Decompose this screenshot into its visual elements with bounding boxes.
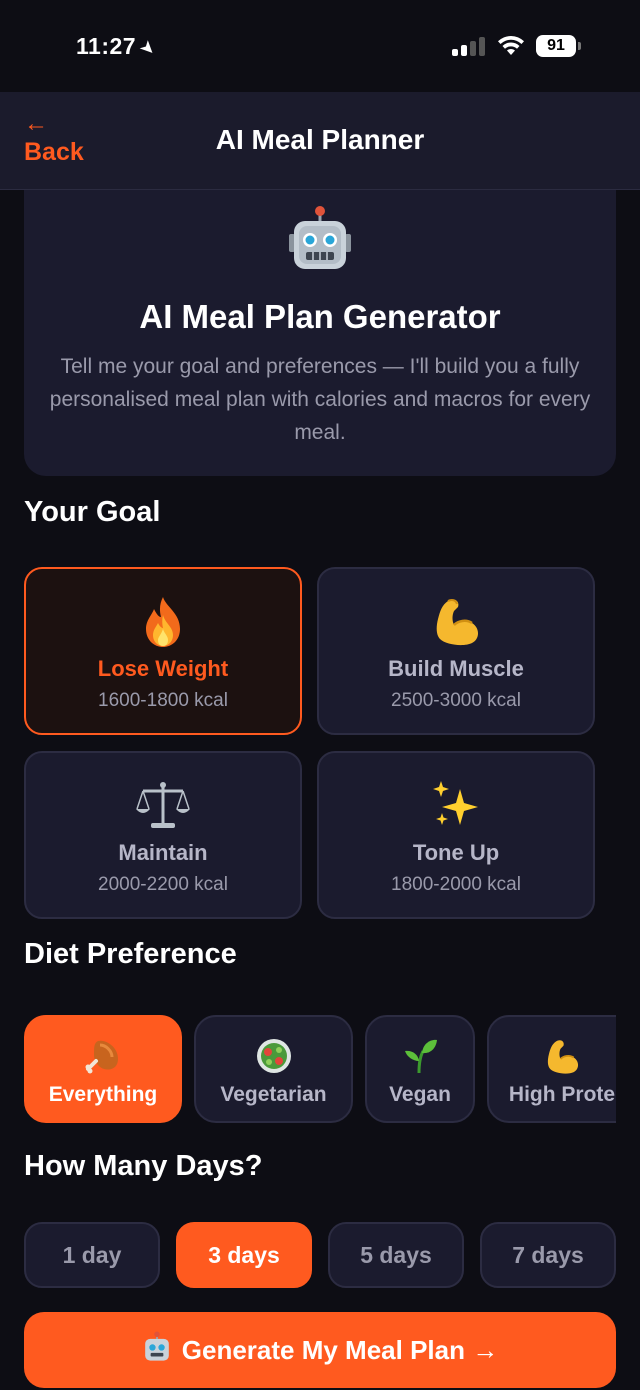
generate-button-label: Generate My Meal Plan → (181, 1334, 499, 1365)
goal-option-tone-up[interactable]: Tone Up 1800-2000 kcal (317, 751, 595, 919)
goal-name: Lose Weight (97, 656, 229, 681)
wifi-icon (498, 35, 524, 55)
goal-name: Tone Up (412, 840, 500, 865)
diet-options-scroller[interactable]: Everything Vegetarian Vegan High Prote (24, 1015, 616, 1125)
poultry-leg-icon (26, 1037, 180, 1075)
goal-option-maintain[interactable]: Maintain 2000-2200 kcal (24, 751, 302, 919)
seedling-icon (367, 1037, 473, 1075)
goal-kcal: 1600-1800 kcal (98, 690, 228, 711)
robot-icon (142, 1331, 172, 1370)
diet-option-vegan[interactable]: Vegan (365, 1015, 475, 1123)
page-title: AI Meal Planner (215, 124, 425, 155)
hero-title: AI Meal Plan Generator (139, 298, 501, 335)
diet-option-vegetarian[interactable]: Vegetarian (194, 1015, 353, 1123)
day-option-5[interactable]: 5 days (328, 1222, 464, 1288)
diet-label: Everything (48, 1083, 158, 1106)
cellular-signal-icon (452, 36, 486, 56)
day-option-1[interactable]: 1 day (24, 1222, 160, 1288)
diet-section-title: Diet Preference (24, 938, 237, 970)
day-option-3[interactable]: 3 days (176, 1222, 312, 1288)
sparkles-icon (319, 779, 593, 835)
diet-label: Vegan (389, 1083, 451, 1106)
status-time: 11:27➤ (76, 33, 161, 61)
goal-section-title: Your Goal (24, 496, 161, 528)
salad-icon (196, 1037, 351, 1075)
generate-meal-plan-button[interactable]: Generate My Meal Plan → (24, 1312, 616, 1388)
goal-option-lose-weight[interactable]: Lose Weight 1600-1800 kcal (24, 567, 302, 735)
flexed-biceps-icon (319, 595, 593, 651)
battery-indicator: 91 (536, 35, 581, 57)
diet-option-high-protein[interactable]: High Prote (487, 1015, 616, 1123)
time-text: 11:27 (76, 33, 137, 59)
diet-label: High Prote (508, 1083, 616, 1106)
hero-description: Tell me your goal and preferences — I'll… (49, 355, 591, 444)
goal-kcal: 2000-2200 kcal (98, 874, 228, 895)
flexed-biceps-icon (489, 1037, 616, 1075)
goal-name: Maintain (118, 840, 208, 865)
fire-icon (26, 595, 300, 651)
robot-icon (24, 204, 616, 279)
goal-kcal: 1800-2000 kcal (391, 874, 521, 895)
goal-kcal: 2500-3000 kcal (391, 690, 521, 711)
balance-scale-icon (26, 779, 300, 835)
diet-label: Vegetarian (220, 1083, 327, 1106)
hero-card: AI Meal Plan Generator Tell me your goal… (24, 190, 616, 476)
days-section-title: How Many Days? (24, 1150, 263, 1182)
day-option-7[interactable]: 7 days (480, 1222, 616, 1288)
diet-option-everything[interactable]: Everything (24, 1015, 182, 1123)
nav-bar: ← Back AI Meal Planner (0, 92, 640, 190)
goal-name: Build Muscle (388, 656, 524, 681)
status-bar: 11:27➤ 91 (0, 0, 640, 92)
location-arrow-icon: ➤ (135, 35, 161, 61)
goal-option-build-muscle[interactable]: Build Muscle 2500-3000 kcal (317, 567, 595, 735)
